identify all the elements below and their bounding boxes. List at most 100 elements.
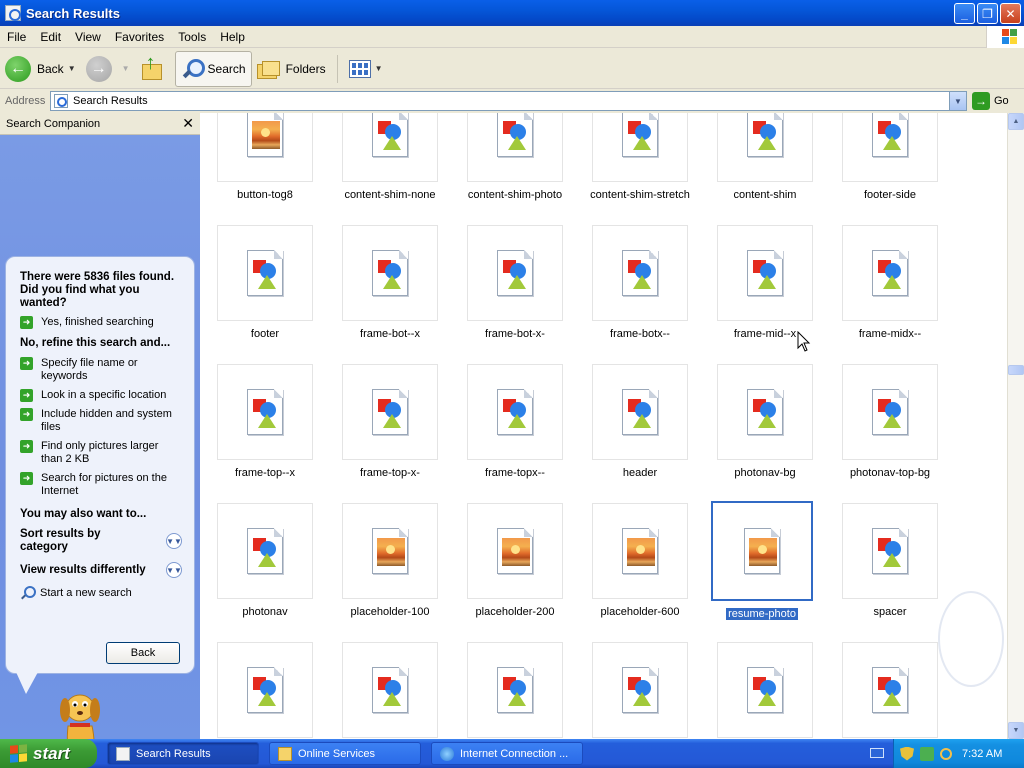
file-thumbnail[interactable] xyxy=(717,225,813,321)
task-online-services[interactable]: Online Services xyxy=(269,742,421,765)
file-thumbnail[interactable] xyxy=(467,364,563,460)
file-thumbnail[interactable] xyxy=(592,113,688,182)
file-thumbnail[interactable] xyxy=(467,503,563,599)
scroll-thumb[interactable] xyxy=(1008,365,1024,375)
search-icon[interactable] xyxy=(940,747,952,760)
option-location[interactable]: ➜ Look in a specific location xyxy=(20,389,182,402)
start-new-search-link[interactable]: Start a new search xyxy=(20,586,182,600)
file-thumbnail[interactable] xyxy=(342,225,438,321)
file-thumbnail[interactable] xyxy=(592,225,688,321)
scroll-up-button[interactable]: ▲ xyxy=(1008,113,1024,130)
scroll-down-button[interactable]: ▼ xyxy=(1008,722,1024,739)
file-thumbnail[interactable] xyxy=(342,503,438,599)
option-yes-finished[interactable]: ➜ Yes, finished searching xyxy=(20,316,182,329)
menu-edit[interactable]: Edit xyxy=(33,30,68,44)
option-file-name[interactable]: ➜ Specify file name or keywords xyxy=(20,357,182,383)
chevron-down-icon[interactable]: ▼▼ xyxy=(166,533,182,549)
close-button[interactable]: ✕ xyxy=(1000,3,1021,24)
sort-results-toggle[interactable]: Sort results by category ▼▼ xyxy=(20,528,182,554)
file-item[interactable]: frame-bot-x- xyxy=(453,225,577,340)
option-hidden-files[interactable]: ➜ Include hidden and system files xyxy=(20,408,182,434)
file-item[interactable] xyxy=(578,642,702,739)
menu-view[interactable]: View xyxy=(68,30,108,44)
search-results-view[interactable]: button-tog8 content-shim-none content-shim… xyxy=(200,113,1007,739)
file-item[interactable]: header xyxy=(578,364,702,479)
menu-file[interactable]: File xyxy=(0,30,33,44)
file-thumbnail[interactable] xyxy=(842,503,938,599)
file-thumbnail[interactable] xyxy=(217,503,313,599)
file-item[interactable]: frame-bot--x xyxy=(328,225,452,340)
file-item[interactable] xyxy=(453,642,577,739)
file-item[interactable]: frame-botx-- xyxy=(578,225,702,340)
file-thumbnail[interactable] xyxy=(711,501,813,601)
task-search-results[interactable]: Search Results xyxy=(107,742,259,765)
file-thumbnail[interactable] xyxy=(467,113,563,182)
file-thumbnail[interactable] xyxy=(217,225,313,321)
file-item[interactable]: spacer xyxy=(828,503,952,618)
file-thumbnail[interactable] xyxy=(592,642,688,738)
file-item[interactable]: content-shim xyxy=(703,113,827,201)
file-item[interactable]: photonav-top-bg xyxy=(828,364,952,479)
back-dropdown-icon[interactable]: ▼ xyxy=(68,64,76,73)
file-item[interactable]: resume-photo xyxy=(700,501,824,620)
views-button[interactable]: ▼ xyxy=(344,51,388,87)
address-dropdown-icon[interactable]: ▼ xyxy=(949,92,966,110)
file-item[interactable]: footer-side xyxy=(828,113,952,201)
file-item[interactable]: frame-midx-- xyxy=(828,225,952,340)
file-item[interactable]: placeholder-600 xyxy=(578,503,702,618)
file-item[interactable]: photonav xyxy=(203,503,327,618)
file-item[interactable]: content-shim-stretch xyxy=(578,113,702,201)
companion-back-button[interactable]: Back xyxy=(106,642,180,664)
menu-help[interactable]: Help xyxy=(213,30,252,44)
vertical-scrollbar[interactable]: ▲ ▼ xyxy=(1007,113,1024,739)
file-item[interactable]: frame-topx-- xyxy=(453,364,577,479)
file-thumbnail[interactable] xyxy=(592,503,688,599)
option-larger-pictures[interactable]: ➜ Find only pictures larger than 2 KB xyxy=(20,440,182,466)
file-item[interactable]: frame-top-x- xyxy=(328,364,452,479)
file-thumbnail[interactable] xyxy=(842,642,938,738)
network-icon[interactable] xyxy=(920,746,934,761)
menu-favorites[interactable]: Favorites xyxy=(108,30,171,44)
clock[interactable]: 7:32 AM xyxy=(962,748,1002,760)
file-thumbnail[interactable] xyxy=(467,642,563,738)
file-thumbnail[interactable] xyxy=(342,113,438,182)
file-item[interactable]: frame-top--x xyxy=(203,364,327,479)
file-item[interactable]: placeholder-100 xyxy=(328,503,452,618)
file-item[interactable] xyxy=(703,642,827,739)
file-item[interactable] xyxy=(828,642,952,739)
keyboard-icon[interactable] xyxy=(870,748,884,758)
folders-button[interactable]: Folders xyxy=(252,51,331,87)
file-thumbnail[interactable] xyxy=(717,113,813,182)
go-button[interactable]: → Go xyxy=(972,92,1009,110)
file-item[interactable] xyxy=(203,642,327,739)
file-thumbnail[interactable] xyxy=(717,642,813,738)
up-button[interactable] xyxy=(135,51,169,87)
pane-close-icon[interactable]: ✕ xyxy=(182,115,194,132)
address-input[interactable]: Search Results ▼ xyxy=(50,91,967,111)
file-thumbnail[interactable] xyxy=(217,113,313,182)
views-dropdown-icon[interactable]: ▼ xyxy=(375,64,383,73)
file-item[interactable]: placeholder-200 xyxy=(453,503,577,618)
forward-dropdown-icon[interactable]: ▼ xyxy=(122,64,130,73)
start-button[interactable]: start xyxy=(0,739,97,768)
file-thumbnail[interactable] xyxy=(717,364,813,460)
file-item[interactable]: photonav-bg xyxy=(703,364,827,479)
option-internet-pictures[interactable]: ➜ Search for pictures on the Internet xyxy=(20,472,182,498)
file-thumbnail[interactable] xyxy=(217,642,313,738)
file-thumbnail[interactable] xyxy=(342,642,438,738)
chevron-down-icon[interactable]: ▼▼ xyxy=(166,562,182,578)
forward-button[interactable]: → ▼ xyxy=(81,51,135,87)
file-item[interactable]: footer xyxy=(203,225,327,340)
file-thumbnail[interactable] xyxy=(592,364,688,460)
file-thumbnail[interactable] xyxy=(842,364,938,460)
file-item[interactable] xyxy=(328,642,452,739)
minimize-button[interactable]: _ xyxy=(954,3,975,24)
maximize-button[interactable]: ❐ xyxy=(977,3,998,24)
file-thumbnail[interactable] xyxy=(217,364,313,460)
file-thumbnail[interactable] xyxy=(467,225,563,321)
security-shield-icon[interactable] xyxy=(900,746,914,761)
view-results-toggle[interactable]: View results differently ▼▼ xyxy=(20,562,182,578)
search-button[interactable]: Search xyxy=(174,50,252,87)
task-internet-connection[interactable]: Internet Connection ... xyxy=(431,742,583,765)
menu-tools[interactable]: Tools xyxy=(171,30,213,44)
